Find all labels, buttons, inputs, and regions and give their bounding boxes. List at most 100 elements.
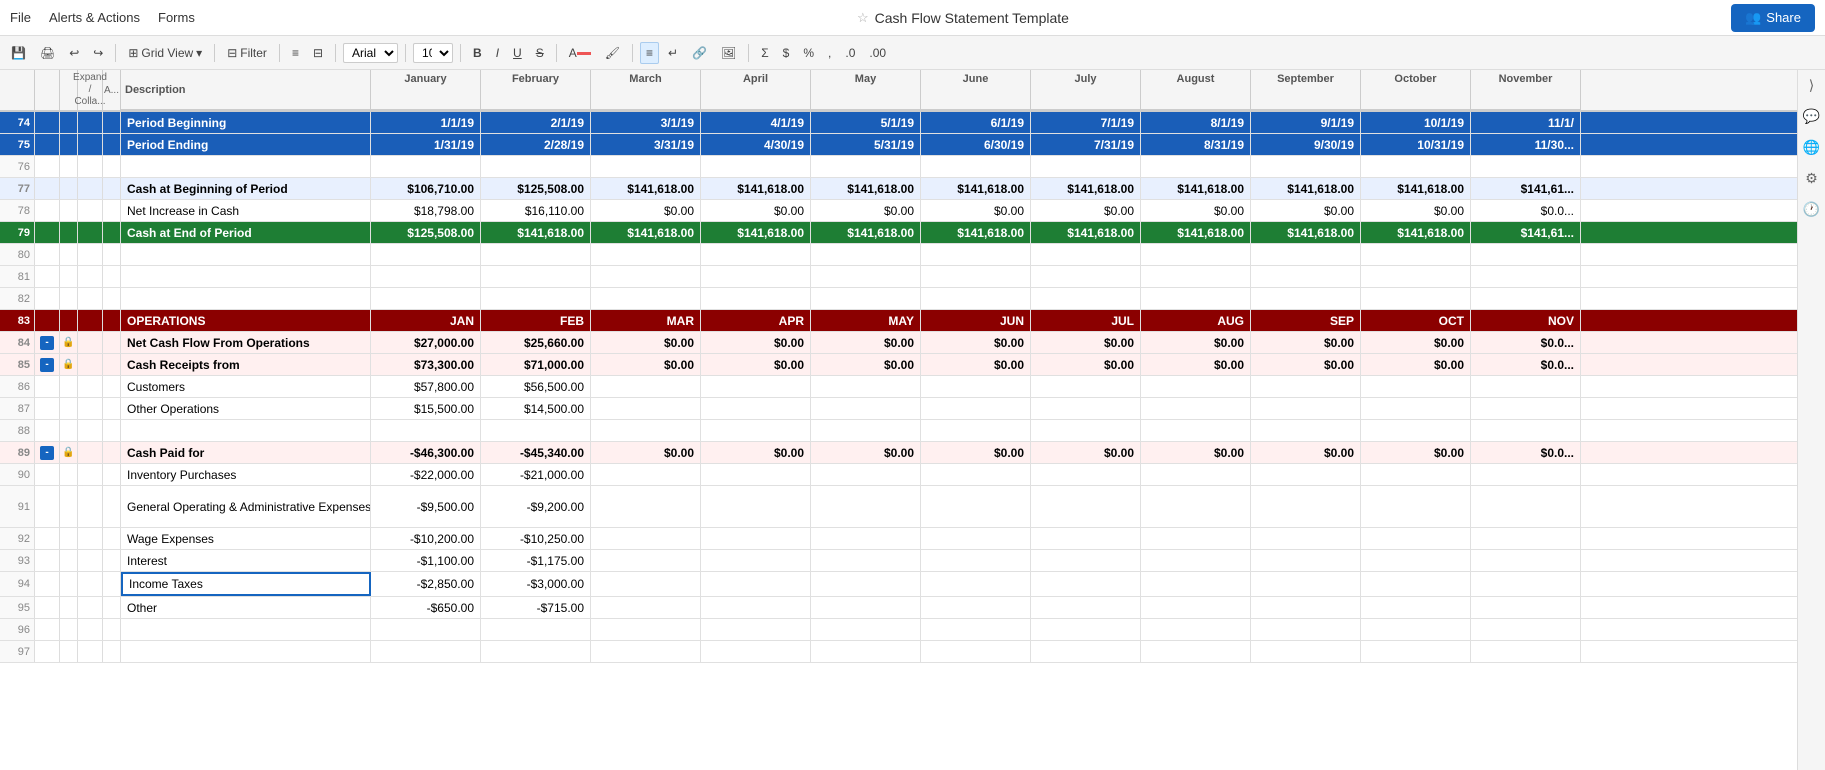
cell-value[interactable] xyxy=(1361,398,1471,419)
cell-value[interactable] xyxy=(811,641,921,662)
cell-value[interactable] xyxy=(591,486,701,527)
cell-description[interactable] xyxy=(121,288,371,309)
sum-btn[interactable]: Σ xyxy=(756,43,773,63)
cell-value[interactable] xyxy=(701,619,811,640)
cell-value[interactable]: $0.00 xyxy=(1251,442,1361,463)
cell-description[interactable]: Customers xyxy=(121,376,371,397)
cell-value[interactable]: -$9,200.00 xyxy=(481,486,591,527)
cell-value[interactable]: $0.0... xyxy=(1471,442,1581,463)
cell-value[interactable] xyxy=(1361,266,1471,287)
cell-value[interactable] xyxy=(1361,244,1471,265)
cell-value[interactable] xyxy=(1471,244,1581,265)
cell-value[interactable] xyxy=(811,572,921,596)
cell-value[interactable] xyxy=(1251,288,1361,309)
cell-value[interactable] xyxy=(701,266,811,287)
row-collapse-btn[interactable]: - xyxy=(35,354,60,375)
image-btn[interactable]: 🖼 xyxy=(716,43,741,63)
cell-value[interactable] xyxy=(591,398,701,419)
cell-value[interactable] xyxy=(591,572,701,596)
cell-value[interactable]: $141,618.00 xyxy=(701,222,811,243)
cell-value[interactable]: -$1,100.00 xyxy=(371,550,481,571)
cell-value[interactable] xyxy=(701,156,811,177)
cell-value[interactable] xyxy=(921,266,1031,287)
cell-value[interactable] xyxy=(811,288,921,309)
cell-value[interactable]: 1/31/19 xyxy=(371,134,481,155)
cell-value[interactable] xyxy=(1141,244,1251,265)
cell-value[interactable] xyxy=(1251,597,1361,618)
cell-value[interactable] xyxy=(1361,550,1471,571)
font-select[interactable]: Arial xyxy=(343,43,398,63)
cell-value[interactable]: $141,618.00 xyxy=(701,178,811,199)
cell-value[interactable] xyxy=(1471,486,1581,527)
cell-value[interactable]: $0.00 xyxy=(1031,332,1141,353)
cell-value[interactable]: $141,61... xyxy=(1471,222,1581,243)
cell-value[interactable] xyxy=(371,420,481,441)
save-icon-btn[interactable]: 💾 xyxy=(6,43,31,63)
cell-value[interactable]: $0.0... xyxy=(1471,332,1581,353)
cell-value[interactable] xyxy=(1361,420,1471,441)
cell-value[interactable] xyxy=(591,244,701,265)
cell-value[interactable] xyxy=(1031,376,1141,397)
wrap-btn[interactable]: ↵ xyxy=(663,43,683,63)
cell-value[interactable] xyxy=(811,156,921,177)
cell-description[interactable]: Net Increase in Cash xyxy=(121,200,371,221)
cell-value[interactable]: 3/31/19 xyxy=(591,134,701,155)
cell-value[interactable]: $0.00 xyxy=(811,354,921,375)
cell-value[interactable] xyxy=(371,288,481,309)
align-btn[interactable]: ≡ xyxy=(640,42,659,64)
cell-value[interactable] xyxy=(1471,641,1581,662)
cell-value[interactable]: -$10,250.00 xyxy=(481,528,591,549)
cell-value[interactable]: $0.00 xyxy=(811,332,921,353)
cell-value[interactable]: $0.00 xyxy=(1251,332,1361,353)
cell-value[interactable] xyxy=(1141,619,1251,640)
cell-value[interactable] xyxy=(481,244,591,265)
cell-value[interactable] xyxy=(1471,156,1581,177)
cell-value[interactable]: 6/1/19 xyxy=(921,112,1031,133)
cell-value[interactable]: $0.00 xyxy=(701,200,811,221)
font-size-select[interactable]: 10 xyxy=(413,43,453,63)
right-comment-icon[interactable]: 💬 xyxy=(1800,105,1823,128)
cell-value[interactable] xyxy=(1361,288,1471,309)
cell-value[interactable] xyxy=(921,528,1031,549)
percent-btn[interactable]: % xyxy=(798,43,819,63)
cell-value[interactable]: $0.00 xyxy=(591,442,701,463)
cell-value[interactable] xyxy=(1251,528,1361,549)
cell-value[interactable] xyxy=(481,420,591,441)
cell-value[interactable] xyxy=(1361,619,1471,640)
cell-value[interactable] xyxy=(1031,641,1141,662)
cell-value[interactable] xyxy=(591,464,701,485)
cell-value[interactable] xyxy=(591,288,701,309)
cell-value[interactable]: FEB xyxy=(481,310,591,331)
cell-value[interactable]: $0.00 xyxy=(1141,200,1251,221)
cell-value[interactable] xyxy=(1361,156,1471,177)
cell-value[interactable] xyxy=(1471,266,1581,287)
cell-value[interactable]: $0.00 xyxy=(1031,354,1141,375)
cell-value[interactable]: $141,618.00 xyxy=(1361,178,1471,199)
menu-forms[interactable]: Forms xyxy=(158,10,195,25)
cell-value[interactable] xyxy=(1031,486,1141,527)
redo-btn[interactable]: ↪ xyxy=(88,43,108,63)
cell-value[interactable] xyxy=(1141,597,1251,618)
cell-description[interactable]: Wage Expenses xyxy=(121,528,371,549)
cell-value[interactable] xyxy=(1141,464,1251,485)
cell-value[interactable] xyxy=(1031,266,1141,287)
cell-value[interactable] xyxy=(1361,597,1471,618)
cell-value[interactable]: MAY xyxy=(811,310,921,331)
cell-value[interactable]: -$3,000.00 xyxy=(481,572,591,596)
cell-value[interactable]: -$45,340.00 xyxy=(481,442,591,463)
cell-value[interactable] xyxy=(1471,597,1581,618)
cell-value[interactable]: AUG xyxy=(1141,310,1251,331)
cell-value[interactable] xyxy=(811,420,921,441)
cell-value[interactable] xyxy=(371,266,481,287)
cell-value[interactable]: $0.00 xyxy=(1141,332,1251,353)
cell-value[interactable]: $106,710.00 xyxy=(371,178,481,199)
cell-value[interactable] xyxy=(921,550,1031,571)
cell-value[interactable]: $141,618.00 xyxy=(481,222,591,243)
cell-description[interactable]: Period Ending xyxy=(121,134,371,155)
cell-value[interactable] xyxy=(1471,619,1581,640)
cell-value[interactable]: $57,800.00 xyxy=(371,376,481,397)
cell-value[interactable]: $56,500.00 xyxy=(481,376,591,397)
cell-value[interactable] xyxy=(1031,572,1141,596)
cell-value[interactable]: $0.00 xyxy=(921,332,1031,353)
cell-value[interactable]: $16,110.00 xyxy=(481,200,591,221)
